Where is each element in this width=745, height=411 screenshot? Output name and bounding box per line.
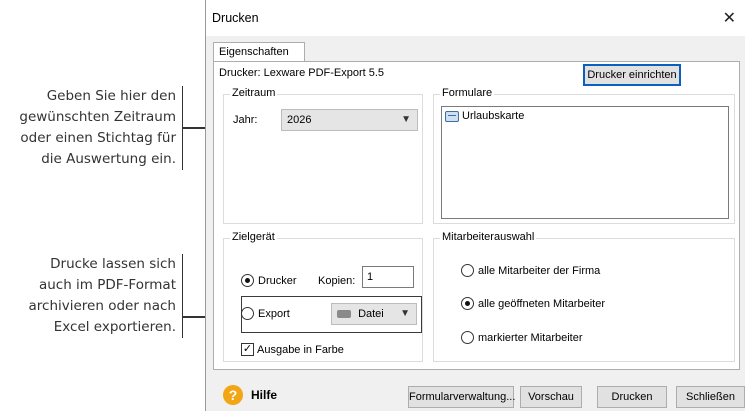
- vorschau-button[interactable]: Vorschau: [520, 386, 582, 408]
- group-title: Mitarbeiterauswahl: [440, 231, 537, 243]
- radio-drucker[interactable]: Drucker: [241, 274, 297, 287]
- checkbox-farbe[interactable]: ✓ Ausgabe in Farbe: [241, 343, 344, 356]
- radio-unchecked-icon: [461, 331, 474, 344]
- help-link[interactable]: ? Hilfe: [223, 385, 277, 405]
- kopien-input[interactable]: 1: [362, 266, 414, 288]
- radio-label: markierter Mitarbeiter: [478, 331, 583, 344]
- radio-geoeffnete-mitarbeiter[interactable]: alle geöffneten Mitarbeiter: [461, 297, 605, 310]
- titlebar: Drucken ✕: [206, 0, 745, 36]
- radio-export[interactable]: Export: [241, 307, 290, 320]
- checkbox-label: Ausgabe in Farbe: [257, 343, 344, 356]
- schliessen-button[interactable]: Schließen: [676, 386, 745, 408]
- radio-unchecked-icon: [241, 307, 254, 320]
- radio-label: Drucker: [258, 274, 297, 287]
- close-icon[interactable]: ✕: [723, 8, 736, 28]
- annotation-line: Drucke lassen sich: [50, 256, 176, 272]
- file-icon: [337, 310, 351, 319]
- radio-checked-icon: [461, 297, 474, 310]
- chevron-down-icon: ▼: [400, 308, 410, 319]
- annotation-line: die Auswertung ein.: [41, 151, 176, 167]
- year-label: Jahr:: [233, 114, 258, 126]
- radio-label: alle Mitarbeiter der Firma: [478, 264, 601, 277]
- group-title: Formulare: [440, 87, 495, 99]
- kopien-label: Kopien:: [318, 275, 356, 287]
- annotation-export: Drucke lassen sich auch im PDF-Format ar…: [0, 254, 183, 338]
- year-value: 2026: [287, 114, 312, 126]
- radio-alle-mitarbeiter[interactable]: alle Mitarbeiter der Firma: [461, 264, 600, 277]
- export-target-value: Datei: [358, 308, 384, 320]
- year-select[interactable]: 2026 ▼: [281, 109, 418, 131]
- list-item-label: Urlaubskarte: [462, 110, 525, 122]
- annotation-line: Excel exportieren.: [53, 319, 176, 335]
- export-target-select[interactable]: Datei ▼: [331, 303, 417, 325]
- tab-eigenschaften[interactable]: Eigenschaften: [213, 42, 305, 62]
- drucken-button[interactable]: Drucken: [597, 386, 667, 408]
- forms-listbox[interactable]: Urlaubskarte: [441, 106, 729, 219]
- chevron-down-icon: ▼: [401, 114, 411, 125]
- help-icon: ?: [223, 385, 243, 405]
- checkmark-icon: ✓: [241, 343, 254, 356]
- radio-label: Export: [258, 307, 290, 320]
- formularverwaltung-button[interactable]: Formularverwaltung...: [408, 386, 515, 408]
- group-title: Zielgerät: [230, 231, 277, 243]
- radio-markierter-mitarbeiter[interactable]: markierter Mitarbeiter: [461, 331, 583, 344]
- window-title: Drucken: [212, 11, 259, 25]
- annotation-line: archivieren oder nach: [28, 298, 177, 314]
- annotation-line: gewünschten Zeitraum: [19, 109, 176, 125]
- annotation-line: Geben Sie hier den: [46, 88, 176, 104]
- annotation-line: auch im PDF-Format: [38, 277, 176, 293]
- annotation-period: Geben Sie hier den gewünschten Zeitraum …: [0, 86, 183, 170]
- help-label: Hilfe: [251, 388, 278, 402]
- form-icon: [445, 110, 459, 122]
- annotation-line: oder einen Stichtag für: [20, 130, 176, 146]
- print-dialog: Drucken ✕ Eigenschaften Drucker: Lexware…: [205, 0, 745, 411]
- radio-label: alle geöffneten Mitarbeiter: [478, 297, 605, 310]
- list-item[interactable]: Urlaubskarte: [445, 110, 524, 122]
- printer-label: Drucker: Lexware PDF-Export 5.5: [219, 67, 385, 79]
- printer-setup-button[interactable]: Drucker einrichten: [583, 64, 681, 86]
- radio-checked-icon: [241, 274, 254, 287]
- radio-unchecked-icon: [461, 264, 474, 277]
- group-title: Zeitraum: [230, 87, 278, 99]
